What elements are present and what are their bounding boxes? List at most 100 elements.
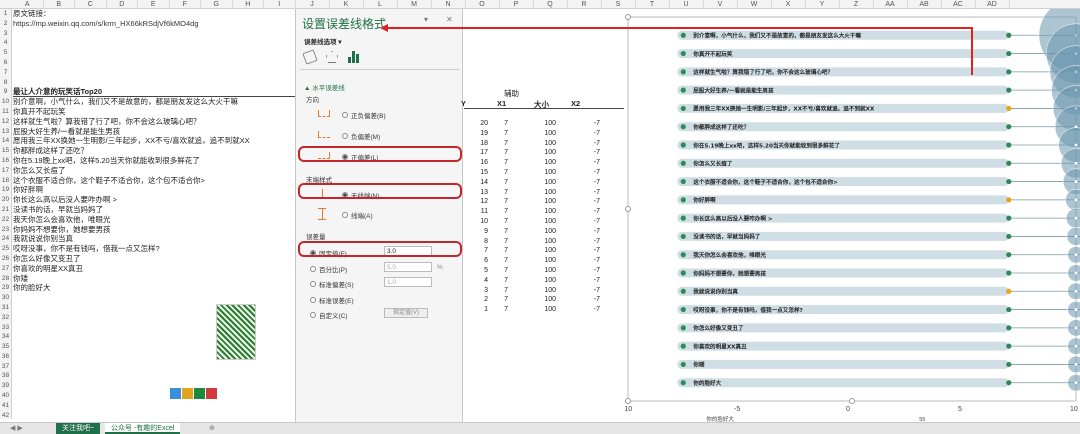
- cell-a24[interactable]: 我就说说你别当真: [13, 234, 295, 244]
- cell-a23[interactable]: 你妈妈不想要你，她想要男孩: [13, 225, 295, 235]
- table-cell[interactable]: 100: [532, 188, 556, 198]
- row-header[interactable]: 12: [0, 117, 11, 127]
- column-header-o[interactable]: O: [466, 0, 500, 9]
- table-cell[interactable]: -7: [568, 295, 600, 305]
- pane-menu-icon[interactable]: ▾: [424, 15, 428, 24]
- table-cell[interactable]: 7: [494, 276, 508, 286]
- column-header-u[interactable]: U: [670, 0, 704, 9]
- cell-a22[interactable]: 我天你怎么会喜欢他，唯眼光: [13, 215, 295, 225]
- table-cell[interactable]: 100: [532, 246, 556, 256]
- table-cell[interactable]: 19: [464, 129, 488, 139]
- table-cell[interactable]: 100: [532, 237, 556, 247]
- table-cell[interactable]: 5: [464, 266, 488, 276]
- table-cell[interactable]: 100: [532, 207, 556, 217]
- table-cell[interactable]: 100: [532, 129, 556, 139]
- row-header[interactable]: 8: [0, 78, 11, 88]
- row-header[interactable]: 10: [0, 97, 11, 107]
- row-header[interactable]: 37: [0, 362, 11, 372]
- options-dropdown[interactable]: 误差线选项 ▾: [304, 36, 342, 46]
- row-header[interactable]: 16: [0, 156, 11, 166]
- table-cell[interactable]: 18: [464, 139, 488, 149]
- row-header[interactable]: 34: [0, 332, 11, 342]
- column-header-h[interactable]: H: [233, 0, 264, 9]
- table-cell[interactable]: 100: [532, 266, 556, 276]
- table-cell[interactable]: 7: [494, 139, 508, 149]
- cell-a6[interactable]: [13, 58, 295, 68]
- column-header-n[interactable]: N: [432, 0, 466, 9]
- cell-a20[interactable]: 你长这么高以后没人要咋办啊 >: [13, 195, 295, 205]
- table-cell[interactable]: 100: [532, 295, 556, 305]
- cell-a9[interactable]: 最让人介意的玩笑话Top20: [13, 87, 295, 98]
- column-header-c[interactable]: C: [75, 0, 107, 9]
- table-cell[interactable]: 7: [494, 227, 508, 237]
- table-cell[interactable]: 7: [494, 158, 508, 168]
- cell-a17[interactable]: 你怎么又长痘了: [13, 166, 295, 176]
- table-cell[interactable]: -7: [568, 305, 600, 315]
- table-cell[interactable]: -7: [568, 119, 600, 129]
- table-cell[interactable]: 11: [464, 207, 488, 217]
- table-cell[interactable]: 100: [532, 197, 556, 207]
- table-cell[interactable]: 100: [532, 305, 556, 315]
- table-cell[interactable]: 100: [532, 286, 556, 296]
- row-header[interactable]: 17: [0, 166, 11, 176]
- cell-a16[interactable]: 你在5.19晚上xx吧，这样5.20当天你就能收到很多鲜花了: [13, 156, 295, 166]
- table-cell[interactable]: 14: [464, 178, 488, 188]
- column-header-x[interactable]: X: [772, 0, 806, 9]
- column-header-w[interactable]: W: [738, 0, 772, 9]
- row-header[interactable]: 4: [0, 38, 11, 48]
- table-cell[interactable]: 12: [464, 197, 488, 207]
- row-header[interactable]: 31: [0, 303, 11, 313]
- table-cell[interactable]: 13: [464, 188, 488, 198]
- cell-a15[interactable]: 你都胖成这样了还吃？: [13, 146, 295, 156]
- column-header-b[interactable]: B: [44, 0, 75, 9]
- table-cell[interactable]: 7: [494, 295, 508, 305]
- cell-a21[interactable]: 没读书的话，早就当妈妈了: [13, 205, 295, 215]
- cell-a12[interactable]: 这样就生气啦？算我错了行了吧，你不会这么玻璃心吧？: [13, 117, 295, 127]
- row-header[interactable]: 30: [0, 293, 11, 303]
- cell-a5[interactable]: [13, 48, 295, 58]
- row-header[interactable]: 15: [0, 146, 11, 156]
- table-cell[interactable]: -7: [568, 168, 600, 178]
- table-cell[interactable]: -7: [568, 188, 600, 198]
- table-cell[interactable]: 17: [464, 148, 488, 158]
- cell-a14[interactable]: 愿用我三年XX换她一生明影/三年起步，XX不亏/喜欢就追，追不到就XX: [13, 136, 295, 146]
- table-cell[interactable]: 7: [494, 305, 508, 315]
- stddev-input[interactable]: 1.0: [384, 277, 432, 287]
- table-cell[interactable]: 7: [494, 129, 508, 139]
- row-header[interactable]: 7: [0, 68, 11, 78]
- column-header-s[interactable]: S: [602, 0, 636, 9]
- table-cell[interactable]: 7: [494, 256, 508, 266]
- column-header-aa[interactable]: AA: [874, 0, 908, 9]
- cell-a18[interactable]: 这个衣服不适合你，这个鞋子不适合你，这个包不适合你>: [13, 176, 295, 186]
- table-cell[interactable]: -7: [568, 148, 600, 158]
- column-header-p[interactable]: P: [500, 0, 534, 9]
- cell-a8[interactable]: [13, 78, 295, 88]
- cell-a7[interactable]: [13, 68, 295, 78]
- table-cell[interactable]: 7: [494, 119, 508, 129]
- cell-a3[interactable]: [13, 29, 295, 39]
- table-cell[interactable]: 8: [464, 237, 488, 247]
- column-header-l[interactable]: L: [364, 0, 398, 9]
- table-cell[interactable]: 7: [494, 207, 508, 217]
- table-cell[interactable]: -7: [568, 237, 600, 247]
- table-cell[interactable]: -7: [568, 276, 600, 286]
- table-cell[interactable]: -7: [568, 266, 600, 276]
- table-cell[interactable]: 4: [464, 276, 488, 286]
- table-cell[interactable]: -7: [568, 256, 600, 266]
- column-header-q[interactable]: Q: [534, 0, 568, 9]
- column-header-y[interactable]: Y: [806, 0, 840, 9]
- table-cell[interactable]: -7: [568, 197, 600, 207]
- table-cell[interactable]: 7: [464, 246, 488, 256]
- table-cell[interactable]: 7: [494, 168, 508, 178]
- row-header[interactable]: 14: [0, 136, 11, 146]
- bubble-chart[interactable]: 别介意啊，小气什么，我们又不是故意的，都是朋友发这么大火干嘛 你真开不起玩笑 这样就…: [622, 0, 1080, 423]
- table-cell[interactable]: 7: [494, 266, 508, 276]
- radio-percent[interactable]: 百分比(P): [310, 264, 347, 274]
- row-header[interactable]: 18: [0, 176, 11, 186]
- table-cell[interactable]: -7: [568, 207, 600, 217]
- radio-stddev[interactable]: 标准偏差(S): [310, 279, 354, 289]
- table-cell[interactable]: 7: [494, 246, 508, 256]
- column-header-k[interactable]: K: [330, 0, 364, 9]
- add-sheet-icon[interactable]: ⊕: [203, 423, 221, 434]
- column-header-i[interactable]: I: [264, 0, 296, 9]
